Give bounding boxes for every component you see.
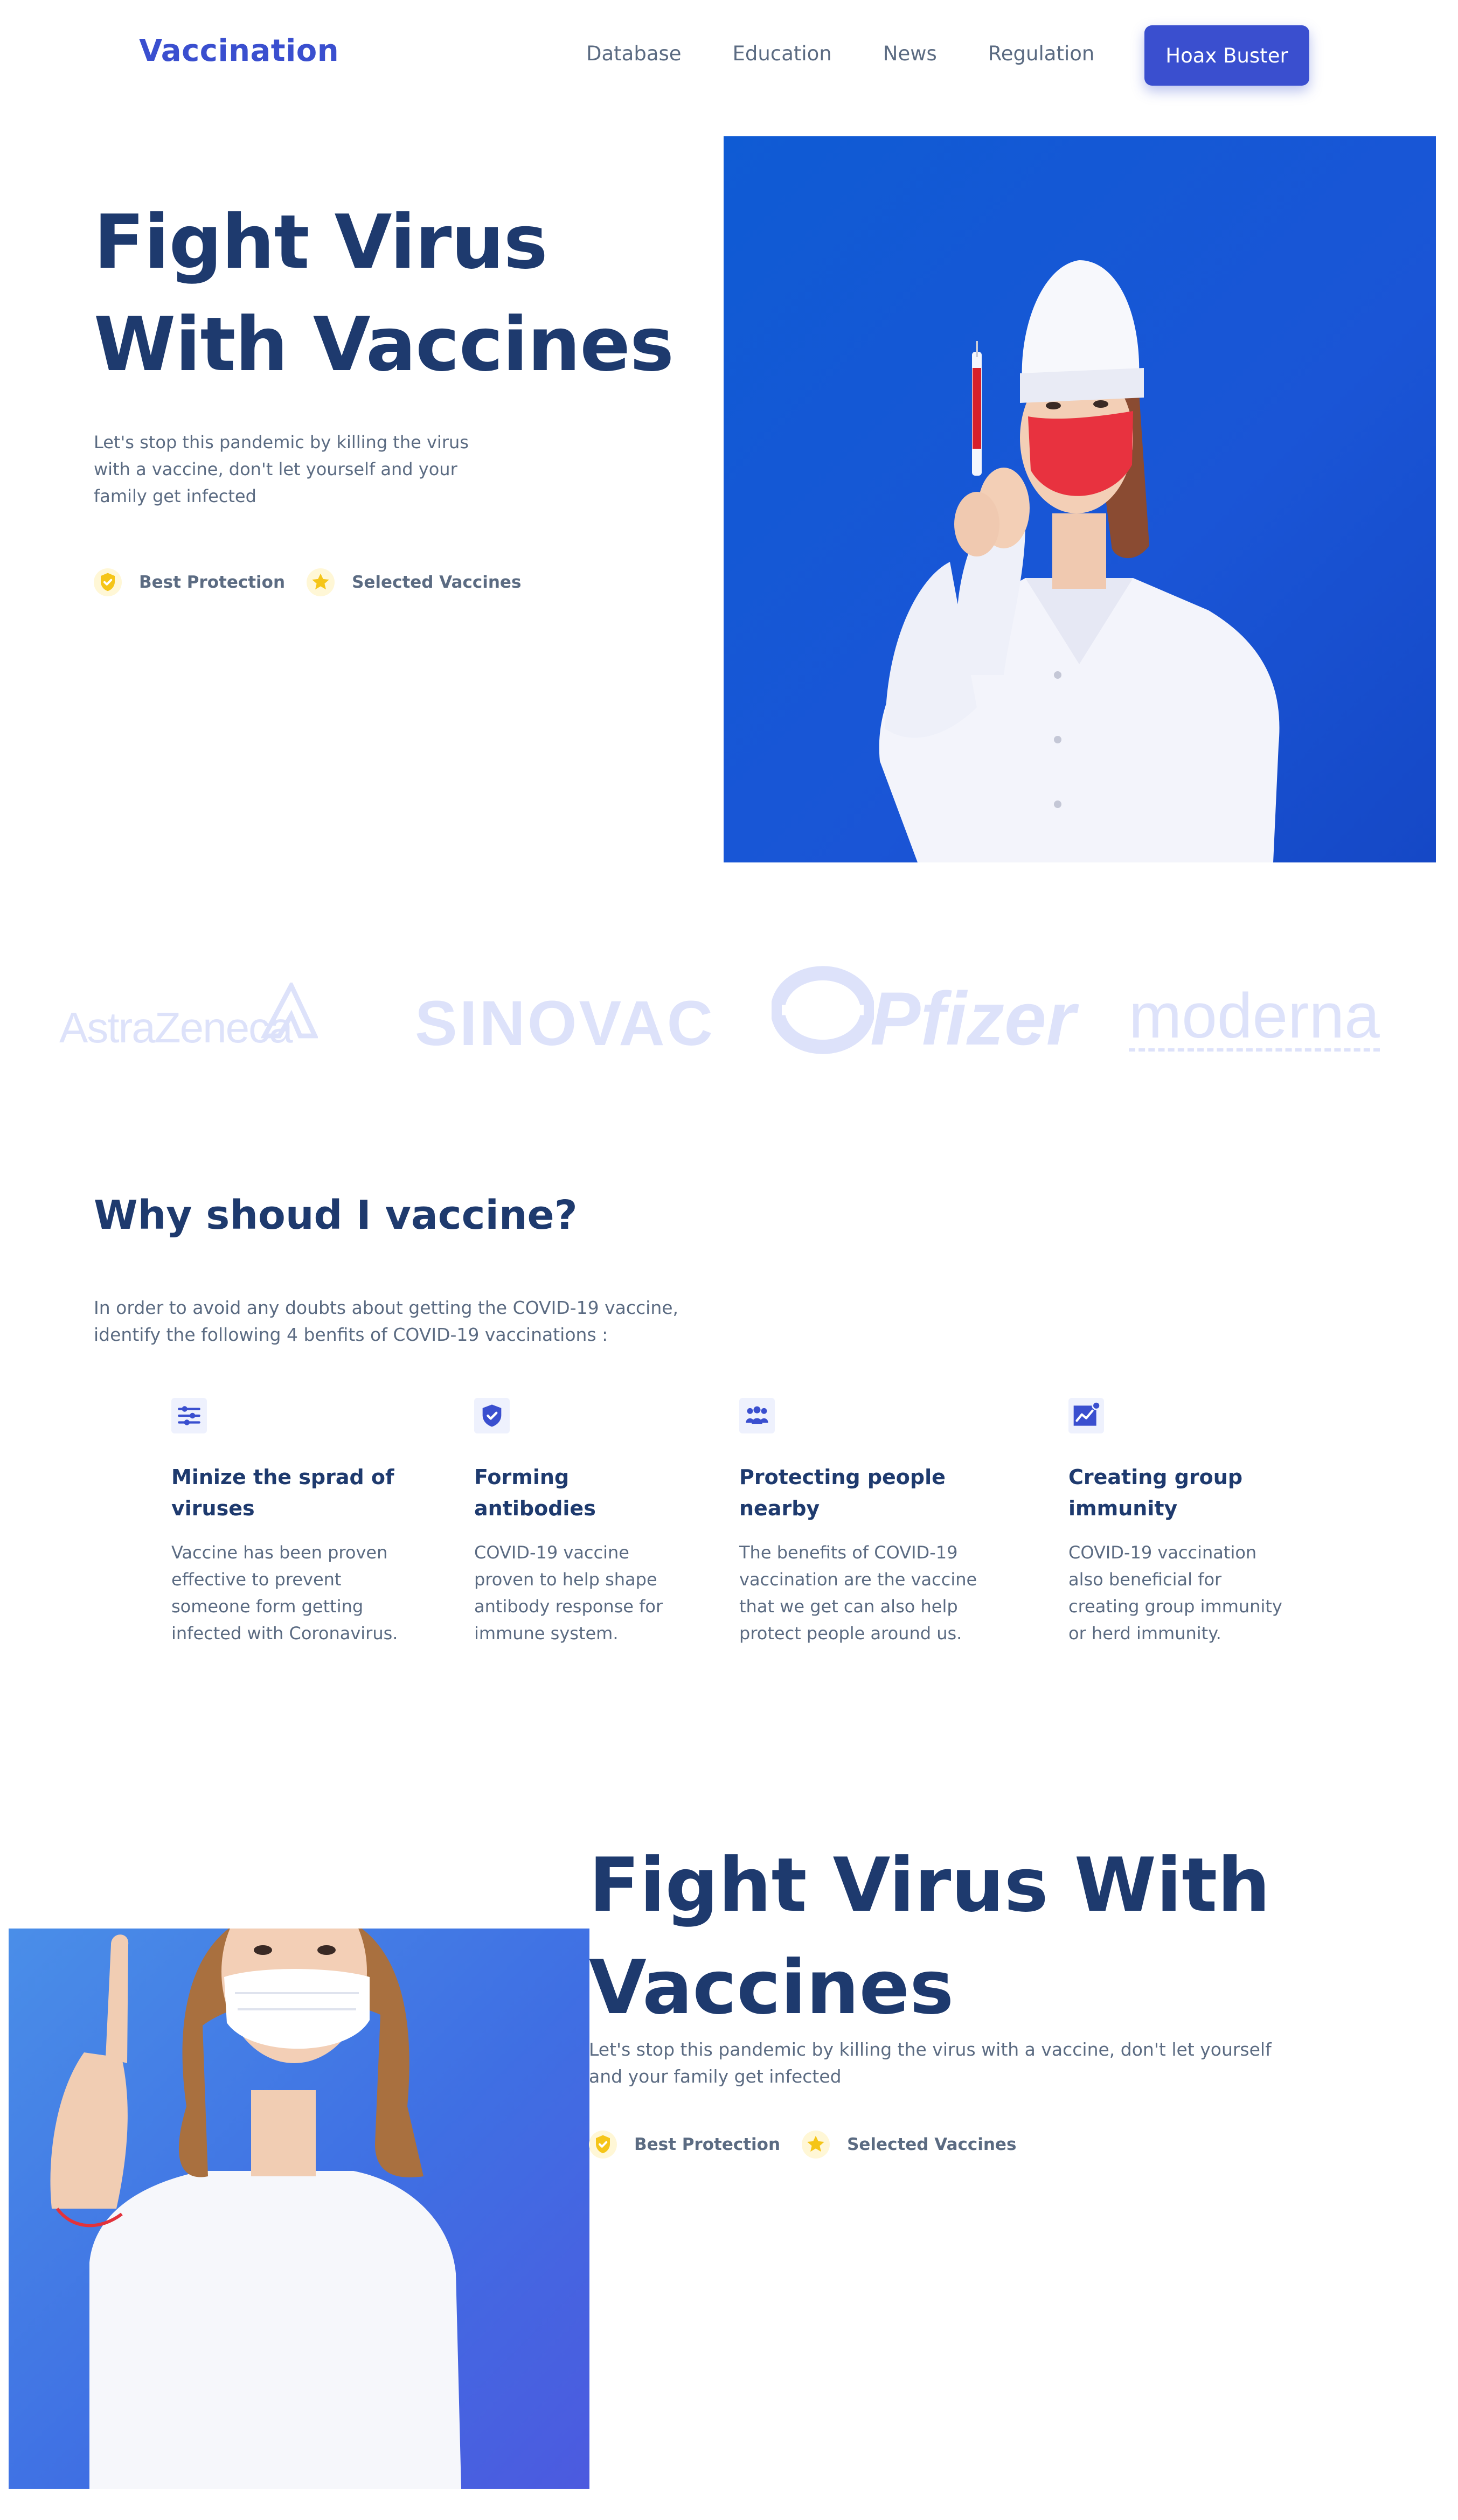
shield-check-icon [94, 568, 122, 596]
badge-label: Best Protection [139, 573, 286, 592]
shield-check-icon [589, 2131, 617, 2159]
brand-moderna: moderna [1129, 984, 1380, 1052]
hoax-buster-button[interactable]: Hoax Buster [1144, 25, 1309, 86]
feature-text: Vaccine has been proven effective to pre… [171, 1542, 398, 1644]
badge-label: Best Protection [634, 2135, 781, 2154]
badge-best-protection: Best Protection [94, 568, 285, 596]
brand-name: Pfizer [870, 976, 1076, 1061]
people-icon [739, 1398, 775, 1433]
feature-title: Creating group immunity [1068, 1465, 1243, 1520]
astrazeneca-emblem-icon [260, 983, 318, 1039]
feature-title: Forming antibodies [474, 1465, 596, 1520]
badge-label: Selected Vaccines [847, 2135, 1017, 2154]
star-icon [802, 2131, 830, 2159]
section2-title: Fight Virus With Vaccines [589, 1834, 1270, 2039]
section2-title-line2: Vaccines [589, 1944, 954, 2031]
why-subtitle: In order to avoid any doubts about getti… [94, 1297, 679, 1345]
nav-links: Database Education News Regulation [586, 42, 1145, 65]
brand-pfizer: Pfizer [870, 975, 1075, 1062]
hero-nurse-photo [724, 136, 1436, 862]
brand-sinovac: SINOVAC [415, 987, 715, 1060]
hero-title-line1: Fight Virus [94, 199, 548, 286]
feature-title: Minize the sprad of viruses [171, 1465, 394, 1520]
nurse-illustration [879, 260, 1280, 862]
feature-card: Minize the sprad of viruses Vaccine has … [171, 1398, 414, 1647]
why-title: Why shoud I vaccine? [94, 1192, 578, 1238]
brand-name: SINOVAC [415, 988, 715, 1059]
sliders-icon [171, 1398, 207, 1433]
feature-title: Protecting people nearby [739, 1465, 946, 1520]
section2-badges: Best Protection Selected Vaccines [589, 2131, 1038, 2159]
nav-link-database[interactable]: Database [586, 42, 682, 65]
top-nav: Vaccination Database Education News Regu… [0, 0, 1458, 113]
hero-badges: Best Protection Selected Vaccines [94, 568, 543, 596]
section2-subtitle: Let's stop this pandemic by killing the … [589, 2039, 1272, 2087]
vaccine-brands-strip: AstraZeneca SINOVAC Pfizer moderna [0, 937, 1458, 1067]
star-icon [307, 568, 335, 596]
nav-link-news[interactable]: News [883, 42, 937, 65]
feature-card: Protecting people nearby The benefits of… [739, 1398, 998, 1647]
nav-link-education[interactable]: Education [733, 42, 832, 65]
chart-up-icon [1068, 1398, 1104, 1433]
brand-name: AstraZeneca [59, 1004, 293, 1052]
nav-link-regulation[interactable]: Regulation [988, 42, 1095, 65]
section2-title-line1: Fight Virus With [589, 1842, 1270, 1929]
shield-check-icon [474, 1398, 510, 1433]
feature-text: The benefits of COVID-19 vaccination are… [739, 1542, 977, 1644]
brand-name: moderna [1129, 980, 1380, 1052]
pfizer-emblem-icon [772, 966, 874, 1054]
hero-title-line2: With Vaccines [94, 301, 674, 388]
badge-selected-vaccines: Selected Vaccines [802, 2131, 1016, 2159]
feature-card: Forming antibodies COVID-19 vaccine prov… [474, 1398, 679, 1647]
badge-best-protection: Best Protection [589, 2131, 780, 2159]
woman-mask-photo [9, 1929, 589, 2489]
brand-astrazeneca: AstraZeneca [59, 1003, 293, 1053]
badge-selected-vaccines: Selected Vaccines [307, 568, 521, 596]
logo[interactable]: Vaccination [139, 33, 339, 68]
hero-subtitle: Let's stop this pandemic by killing the … [94, 432, 469, 506]
feature-card: Creating group immunity COVID-19 vaccina… [1068, 1398, 1284, 1647]
feature-text: COVID-19 vaccine proven to help shape an… [474, 1542, 663, 1644]
feature-text: COVID-19 vaccination also beneficial for… [1068, 1542, 1282, 1644]
hero-title: Fight Virus With Vaccines [94, 191, 674, 396]
badge-label: Selected Vaccines [352, 573, 522, 592]
woman-illustration [50, 1929, 461, 2489]
